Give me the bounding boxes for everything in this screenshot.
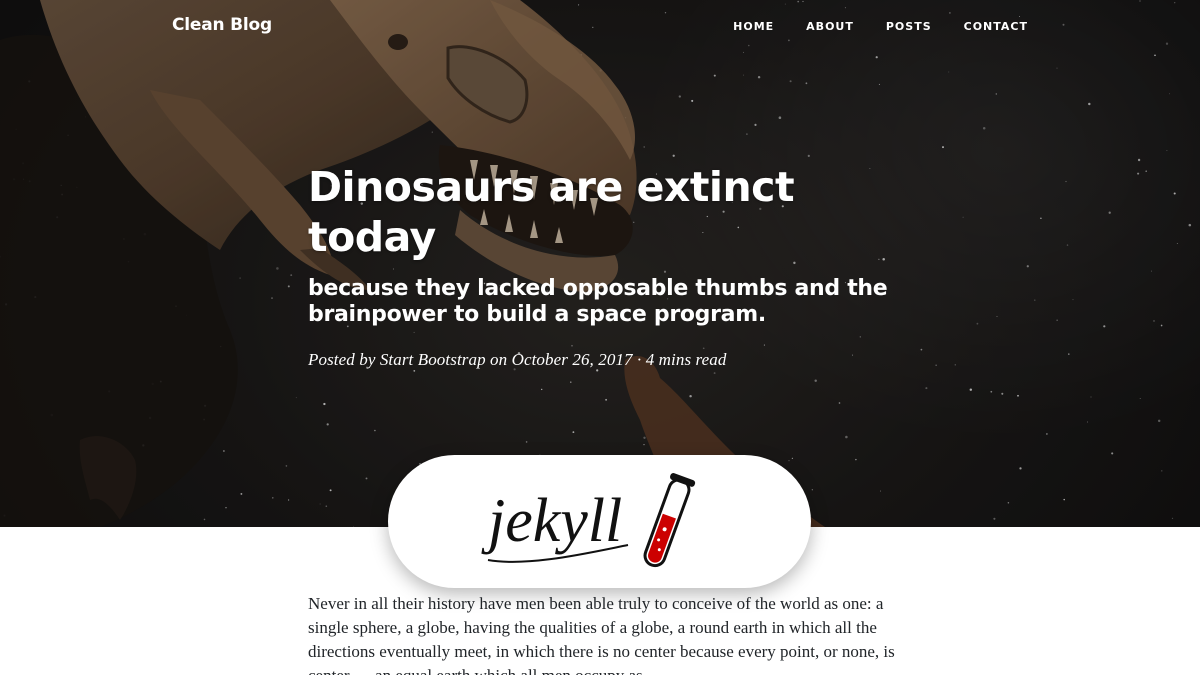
post-meta: Posted by Start Bootstrap on October 26,… [308, 350, 727, 369]
post-title: Dinosaurs are extinct today [308, 163, 795, 261]
nav-about-link[interactable]: ABOUT [806, 20, 854, 33]
post-paragraph: Never in all their history have men been… [308, 594, 895, 675]
post-heading: Dinosaurs are extinct today because they… [308, 162, 908, 370]
jekyll-logo-graphic: jekyll [481, 473, 696, 568]
nav-links: HOME ABOUT POSTS CONTACT [733, 20, 1028, 33]
nav-home-link[interactable]: HOME [733, 20, 774, 33]
post-header: Clean Blog HOME ABOUT POSTS CONTACT Dino… [0, 0, 1200, 527]
nav-contact-link[interactable]: CONTACT [964, 20, 1028, 33]
jekyll-logo: jekyll [388, 455, 811, 588]
test-tube-icon [643, 473, 696, 568]
nav-posts-link[interactable]: POSTS [886, 20, 932, 33]
post-body: Never in all their history have men been… [308, 592, 898, 675]
post-subtitle: because they lacked opposable thumbs and… [308, 276, 888, 327]
logo-wordmark: jekyll [481, 487, 622, 555]
brand-link[interactable]: Clean Blog [172, 15, 272, 35]
navbar: Clean Blog HOME ABOUT POSTS CONTACT [0, 0, 1200, 52]
